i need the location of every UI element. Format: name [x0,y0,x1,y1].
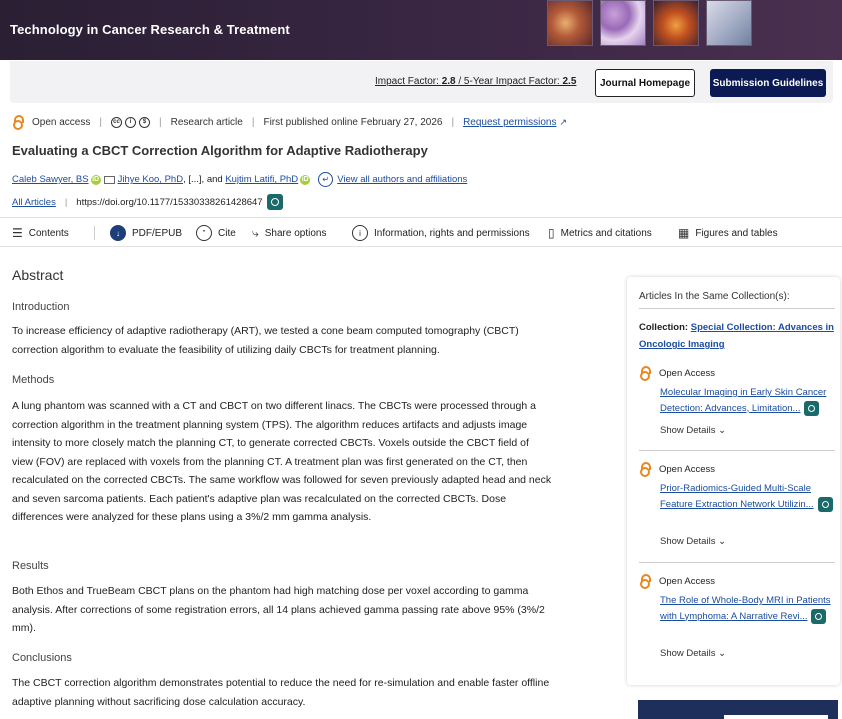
download-icon: ↓ [110,225,126,241]
orcid-icon[interactable]: iD [300,174,311,185]
show-details-button[interactable]: Show Details ⌄ [660,536,726,547]
request-permissions-link[interactable]: Request permissions [463,117,556,128]
article-toolbar: ☰ Contents ↓ PDF/EPUB ” Cite ⤷ Share opt… [0,217,842,247]
chevron-down-icon: ⌄ [718,536,727,547]
doi-badge-icon[interactable] [811,608,827,624]
journal-title[interactable]: Technology in Cancer Research & Treatmen… [10,22,290,37]
orcid-icon[interactable]: iD [90,174,101,185]
author-ellipsis: , [...], and [183,174,226,185]
section-heading-methods: Methods [12,374,55,386]
info-icon: i [352,225,368,241]
banner-image-scanner [706,0,752,46]
open-access-label: Open Access [659,463,715,475]
article-title: Evaluating a CBCT Correction Algorithm f… [12,143,428,158]
open-access-label: Open access [32,116,91,128]
authors-row: Caleb Sawyer, BS iD Jihye Koo, PhD , [..… [12,172,467,187]
chevron-down-icon: ⌄ [718,648,727,659]
nc-icon: $ [138,116,150,128]
doi-link[interactable]: https://doi.org/10.1177/1533033826142864… [76,197,262,208]
publish-date: First published online February 27, 2026 [263,116,443,128]
article-type: Research article [170,116,243,128]
chevron-down-icon: ⌄ [718,425,727,436]
figures-tables-button[interactable]: ▦ Figures and tables [678,224,778,242]
information-button[interactable]: i Information, rights and permissions [352,224,530,242]
related-article-link[interactable]: The Role of Whole-Body MRI in Patients w… [660,593,836,624]
advertisement-banner[interactable] [638,700,838,719]
doi-badge-icon[interactable] [817,496,833,512]
banner-image-dna [547,0,593,46]
expand-authors-icon[interactable]: ↵ [318,172,334,187]
pdf-epub-button[interactable]: ↓ PDF/EPUB [110,224,182,242]
section-heading-introduction: Introduction [12,301,70,313]
metrics-button[interactable]: ▯ Metrics and citations [548,224,652,242]
author-link[interactable]: Jihye Koo, PhD [118,174,183,185]
doi-badge-icon[interactable] [804,400,820,416]
view-all-authors-link[interactable]: View all authors and affiliations [337,174,467,185]
journal-homepage-button[interactable]: Journal Homepage [595,69,695,97]
share-options-button[interactable]: ⤷ Share options [252,224,326,242]
table-icon: ▦ [678,226,690,240]
contents-button[interactable]: ☰ Contents [12,224,69,242]
related-article-link[interactable]: Prior-Radiomics-Guided Multi-Scale Featu… [660,481,836,512]
section-heading-results: Results [12,560,49,572]
sidebar-title: Articles In the Same Collection(s): [639,291,835,309]
external-link-icon: ↗ [559,116,567,127]
collection-info: Collection: Special Collection: Advances… [639,322,834,350]
open-access-icon [639,462,651,477]
license-icons[interactable]: cc i $ [110,116,150,128]
open-access-icon [639,366,651,381]
journal-banner: Technology in Cancer Research & Treatmen… [0,0,842,60]
open-access-icon [639,574,651,589]
show-details-button[interactable]: Show Details ⌄ [660,425,726,436]
abstract-heading: Abstract [12,267,64,283]
doi-row: All Articles | https://doi.org/10.1177/1… [12,194,283,210]
bar-chart-icon: ▯ [548,226,555,240]
doi-badge-icon[interactable] [266,194,283,210]
methods-text: A lung phantom was scanned with a CT and… [12,400,552,523]
open-access-label: Open Access [659,575,715,587]
banner-image-virus [653,0,699,46]
author-link[interactable]: Kujtim Latifi, PhD [225,174,298,185]
all-articles-link[interactable]: All Articles [12,197,56,208]
quote-icon: ” [196,225,212,241]
introduction-text: To increase efficiency of adaptive radio… [12,325,519,356]
by-icon: i [124,116,136,128]
cc-icon: cc [110,116,122,128]
menu-icon: ☰ [12,226,23,240]
section-heading-conclusions: Conclusions [12,652,72,664]
share-icon: ⤷ [252,225,259,240]
article-meta-row: Open access | cc i $ | Research article … [12,115,567,130]
related-articles-sidebar: Articles In the Same Collection(s): Coll… [627,277,840,685]
conclusions-text: The CBCT correction algorithm demonstrat… [12,677,550,708]
open-access-icon [12,115,24,130]
author-link[interactable]: Caleb Sawyer, BS [12,174,89,185]
banner-image-cells [600,0,646,46]
submission-guidelines-button[interactable]: Submission Guidelines [710,69,826,97]
open-access-label: Open Access [659,367,715,379]
show-details-button[interactable]: Show Details ⌄ [660,648,726,659]
results-text: Both Ethos and TrueBeam CBCT plans on th… [12,585,545,634]
cite-button[interactable]: ” Cite [196,224,236,242]
related-article-link[interactable]: Molecular Imaging in Early Skin Cancer D… [660,385,836,416]
impact-factor-link[interactable]: Impact Factor: 2.8 / 5-Year Impact Facto… [375,76,576,87]
journal-info-bar: Impact Factor: 2.8 / 5-Year Impact Facto… [10,61,833,103]
mail-icon[interactable] [103,175,115,184]
